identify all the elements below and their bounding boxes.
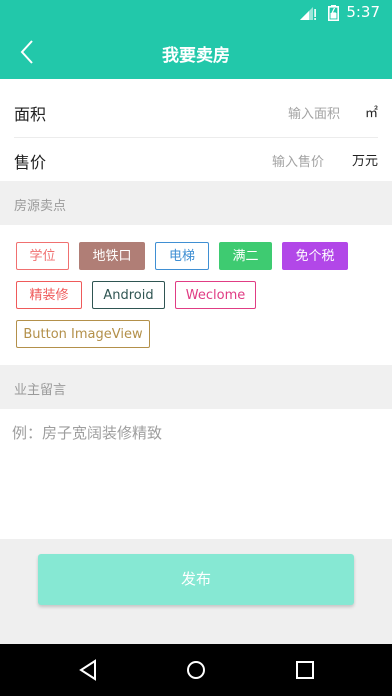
bottom-area: 发布	[0, 539, 392, 644]
status-bar: 5:37	[0, 0, 392, 25]
selling-points-header: 房源卖点	[0, 181, 392, 225]
home-circle-icon[interactable]	[185, 658, 207, 682]
tag-chip[interactable]: 免个税	[282, 242, 348, 270]
owner-message-placeholder: 例：房子宽阔装修精致	[12, 424, 163, 442]
system-nav-bar	[0, 644, 392, 696]
signal-icon	[300, 7, 316, 20]
app-bar: 我要卖房	[0, 25, 392, 79]
tag-chip[interactable]: 学位	[16, 242, 69, 270]
owner-message-title: 业主留言	[14, 383, 67, 398]
owner-message-input[interactable]: 例：房子宽阔装修精致	[0, 409, 392, 539]
battery-icon	[328, 5, 339, 21]
publish-button[interactable]: 发布	[38, 554, 354, 605]
price-input[interactable]: 输入售价	[272, 151, 324, 170]
tag-chip[interactable]: 电梯	[155, 242, 209, 270]
area-label: 面积	[14, 105, 47, 124]
recents-square-icon[interactable]	[294, 658, 316, 682]
price-unit: 万元	[351, 154, 378, 169]
clock-time: 5:37	[346, 3, 380, 21]
area-row: 面积 输入面积 ㎡	[14, 87, 378, 138]
tag-chip[interactable]: Android	[92, 281, 165, 309]
owner-message-header: 业主留言	[0, 365, 392, 409]
tag-chip[interactable]: Weclome	[175, 281, 256, 309]
property-form: 面积 输入面积 ㎡ 售价 输入售价 万元	[0, 79, 392, 181]
tag-chip[interactable]: 地铁口	[79, 242, 145, 270]
price-row: 售价 输入售价 万元	[14, 135, 378, 185]
selling-points-tags: 学位 地铁口 电梯 满二 免个税 精装修 Android Weclome But…	[0, 225, 392, 365]
tag-chip[interactable]: Button ImageView	[16, 320, 150, 348]
price-label: 售价	[14, 153, 47, 172]
tag-chip[interactable]: 精装修	[16, 281, 82, 309]
area-unit: ㎡	[364, 106, 378, 121]
selling-points-title: 房源卖点	[14, 199, 67, 214]
page-title: 我要卖房	[162, 46, 230, 66]
area-input[interactable]: 输入面积	[288, 103, 340, 122]
back-triangle-icon[interactable]	[77, 658, 99, 682]
tag-chip[interactable]: 满二	[219, 242, 272, 270]
